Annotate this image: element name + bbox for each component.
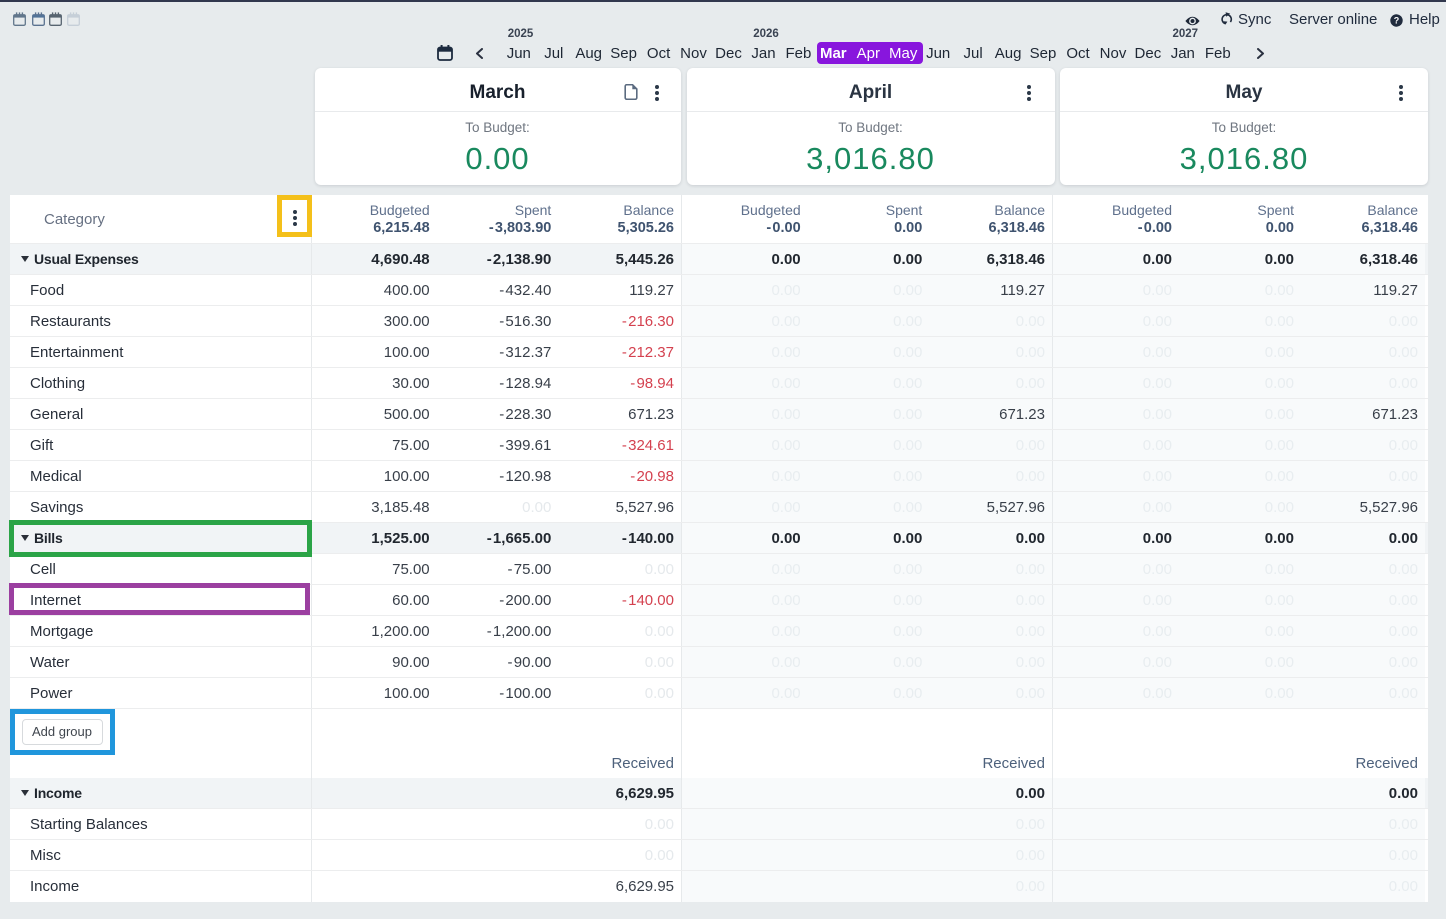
svg-text:?: ?	[1394, 15, 1400, 25]
